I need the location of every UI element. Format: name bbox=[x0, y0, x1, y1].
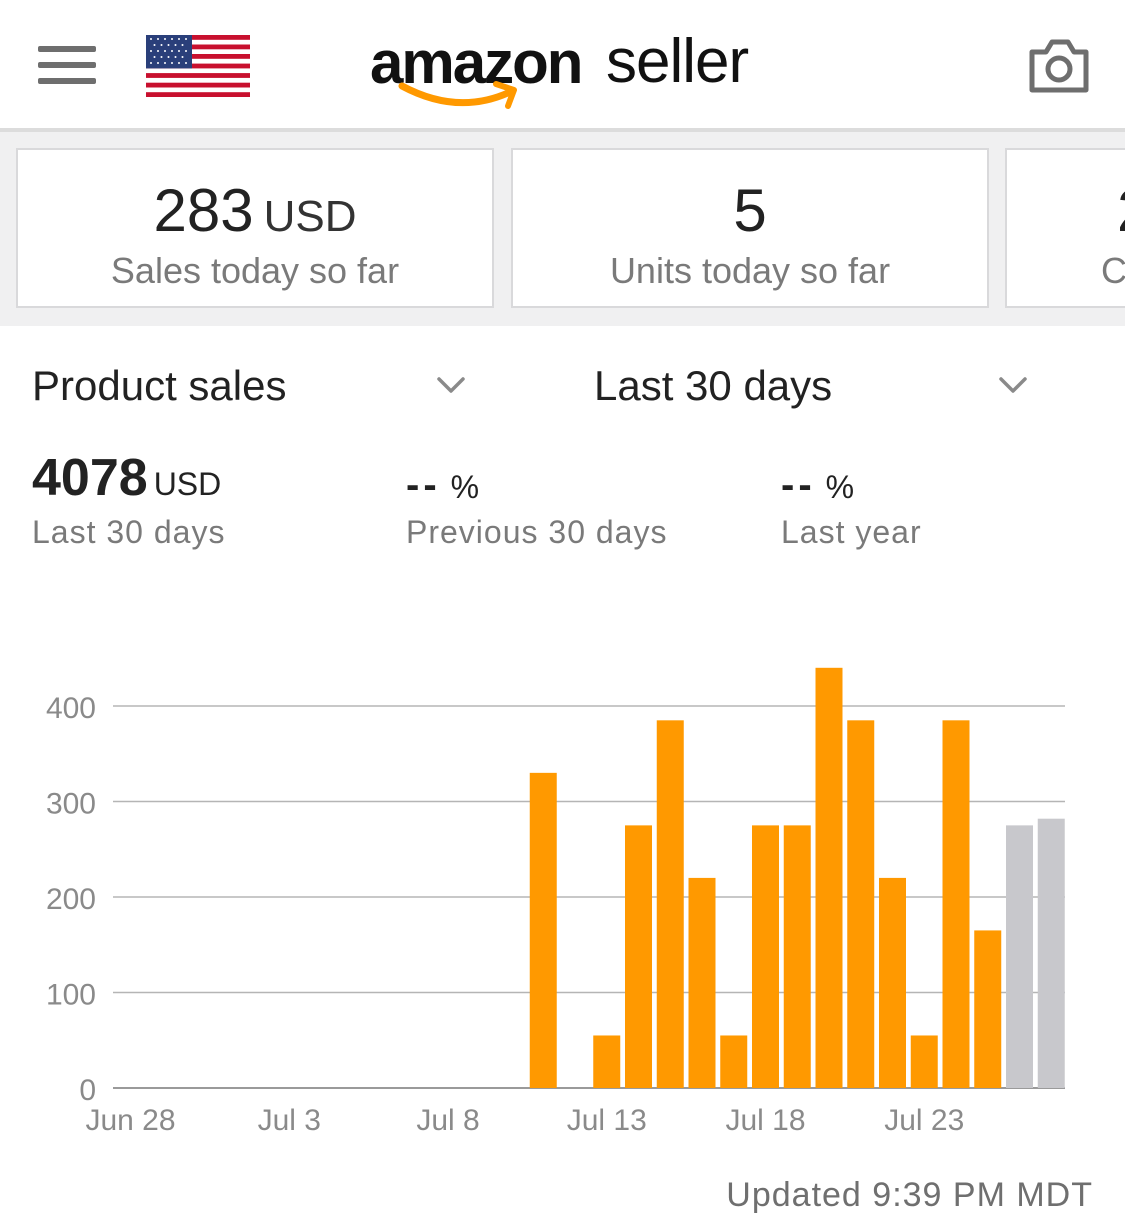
stat-last-year: --% Last year bbox=[781, 448, 922, 551]
bar[interactable] bbox=[625, 825, 652, 1088]
bar[interactable] bbox=[847, 720, 875, 1088]
us-flag-icon[interactable] bbox=[146, 35, 250, 97]
bar[interactable] bbox=[974, 930, 1002, 1088]
hamburger-menu-icon[interactable] bbox=[38, 44, 96, 84]
stat-number: -- bbox=[781, 463, 816, 507]
y-tick-label: 300 bbox=[46, 788, 96, 821]
metric-dropdown[interactable]: Product sales bbox=[32, 360, 472, 416]
kpi-number: 5 bbox=[733, 177, 767, 244]
stat-previous: --% Previous 30 days bbox=[406, 448, 667, 551]
stat-number: 4078 bbox=[32, 449, 148, 507]
y-tick-label: 100 bbox=[46, 979, 96, 1012]
camera-icon[interactable] bbox=[1028, 38, 1090, 94]
last-updated-text: Updated 9:39 PM MDT bbox=[726, 1176, 1093, 1214]
y-tick-label: 400 bbox=[46, 692, 96, 725]
kpi-label: C bbox=[1101, 250, 1125, 291]
bar[interactable] bbox=[942, 720, 970, 1088]
kpi-label: Sales today so far bbox=[110, 250, 400, 291]
bar[interactable] bbox=[910, 1035, 938, 1088]
amazon-seller-logo: amazon seller bbox=[370, 18, 770, 118]
stat-unit: % bbox=[825, 469, 855, 505]
y-tick-label: 200 bbox=[46, 883, 96, 916]
bar[interactable] bbox=[656, 720, 684, 1088]
bar[interactable] bbox=[879, 877, 906, 1088]
bar[interactable] bbox=[783, 825, 811, 1088]
stat-last-year-value: --% bbox=[781, 448, 922, 508]
kpi-number: 283 bbox=[153, 177, 254, 244]
kpi-value: 283 USD bbox=[18, 176, 492, 245]
kpi-card-partial[interactable]: 2 C bbox=[1005, 148, 1125, 308]
kpi-card-sales[interactable]: 283 USD Sales today so far bbox=[16, 148, 494, 308]
stat-label: Last 30 days bbox=[32, 514, 226, 550]
x-tick-label: Jul 18 bbox=[725, 1104, 805, 1137]
amazon-smile-icon bbox=[398, 81, 517, 109]
stat-unit: USD bbox=[153, 466, 222, 502]
stat-total-value: 4078 USD bbox=[32, 448, 225, 508]
stat-unit: % bbox=[450, 469, 480, 505]
bar[interactable] bbox=[529, 772, 557, 1088]
period-dropdown[interactable]: Last 30 days bbox=[594, 360, 1034, 416]
app-header: amazon seller bbox=[0, 0, 1125, 128]
chevron-down-icon bbox=[437, 377, 465, 393]
kpi-number: 2 bbox=[1117, 177, 1125, 244]
kpi-carousel[interactable]: 283 USD Sales today so far 5 Units today … bbox=[0, 132, 1125, 326]
bar[interactable] bbox=[720, 1035, 748, 1088]
bar[interactable] bbox=[593, 1035, 621, 1088]
kpi-unit: USD bbox=[263, 192, 357, 241]
stat-total: 4078 USD Last 30 days bbox=[32, 448, 225, 551]
bar[interactable] bbox=[815, 667, 843, 1088]
bar[interactable] bbox=[1037, 818, 1065, 1088]
kpi-label: Units today so far bbox=[609, 250, 891, 291]
stat-label: Previous 30 days bbox=[406, 514, 668, 550]
stat-number: -- bbox=[406, 463, 441, 507]
bar[interactable] bbox=[1006, 825, 1033, 1088]
kpi-value: 2 bbox=[1007, 176, 1125, 245]
bar[interactable] bbox=[688, 877, 716, 1088]
y-tick-label: 0 bbox=[79, 1074, 96, 1107]
sales-bar-chart[interactable]: 0 100 200 300 400 Jun 28 Jul 3 Jul 8 Jul 13 Jul 1… bbox=[0, 600, 1125, 1160]
stat-previous-value: --% bbox=[406, 448, 667, 508]
metric-dropdown-label: Product sales bbox=[32, 362, 287, 409]
kpi-value: 5 bbox=[513, 176, 987, 245]
x-tick-label: Jul 3 bbox=[258, 1104, 321, 1137]
chevron-down-icon bbox=[999, 377, 1027, 393]
x-tick-label: Jul 23 bbox=[884, 1104, 964, 1137]
x-tick-label: Jul 13 bbox=[567, 1104, 647, 1137]
x-tick-label: Jun 28 bbox=[85, 1104, 175, 1137]
period-dropdown-label: Last 30 days bbox=[594, 362, 833, 409]
bar[interactable] bbox=[752, 825, 779, 1088]
logo-product-text: seller bbox=[606, 27, 749, 96]
x-tick-label: Jul 8 bbox=[416, 1104, 479, 1137]
kpi-card-units[interactable]: 5 Units today so far bbox=[511, 148, 989, 308]
stat-label: Last year bbox=[781, 514, 922, 550]
